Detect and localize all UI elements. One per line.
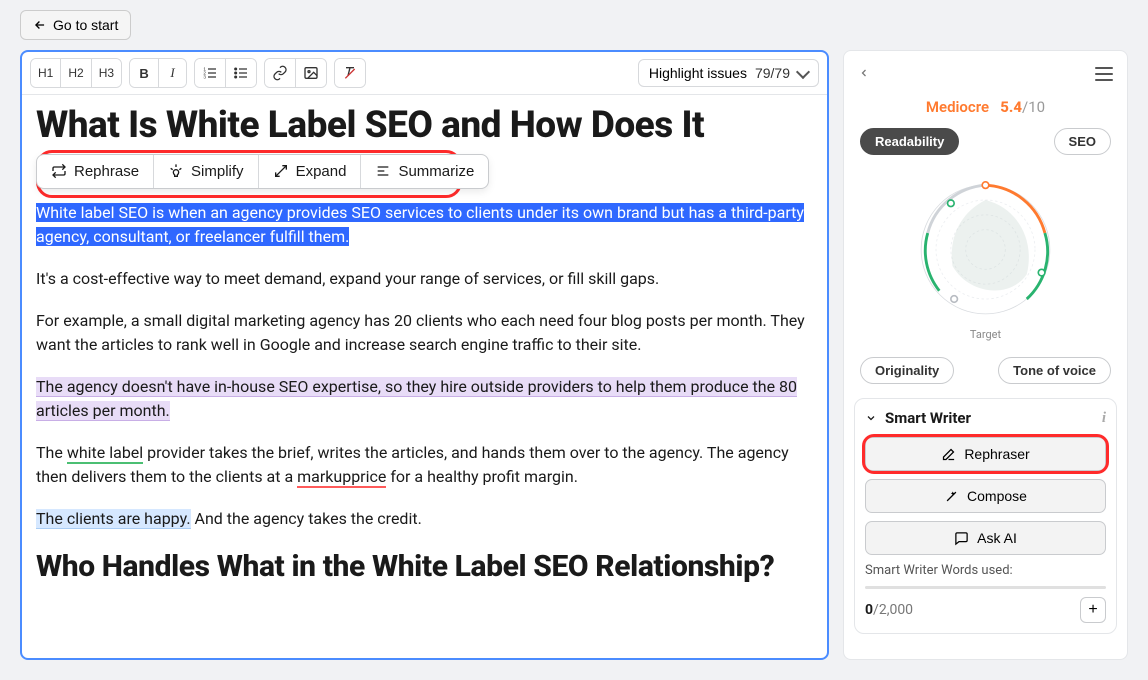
score-label: Mediocre bbox=[926, 98, 989, 116]
words-count: 0/2,000 bbox=[865, 602, 913, 618]
ordered-list-button[interactable]: 123 bbox=[195, 59, 225, 87]
seo-pill[interactable]: SEO bbox=[1054, 128, 1111, 155]
h1-label: H1 bbox=[38, 66, 53, 80]
editor-content[interactable]: What Is White Label SEO and How Does It … bbox=[22, 95, 827, 605]
target-label: Target bbox=[970, 328, 1001, 341]
ask-ai-label: Ask AI bbox=[977, 530, 1017, 546]
h2-label: H2 bbox=[68, 66, 83, 80]
chevron-down-icon[interactable] bbox=[865, 412, 877, 424]
paragraph: The white label provider takes the brief… bbox=[36, 441, 813, 489]
simplify-icon bbox=[168, 163, 184, 179]
editor-panel: H1 H2 H3 B I 123 bbox=[20, 50, 829, 660]
score-display: Mediocre 5.4/10 bbox=[854, 98, 1117, 116]
rephrase-label: Rephrase bbox=[74, 163, 139, 180]
simplify-button[interactable]: Simplify bbox=[153, 155, 258, 188]
link-icon bbox=[272, 65, 288, 81]
info-icon[interactable]: i bbox=[1102, 410, 1106, 427]
highlight-issues-dropdown[interactable]: Highlight issues 79/79 bbox=[638, 59, 819, 87]
rephraser-button[interactable]: Rephraser bbox=[865, 437, 1106, 471]
highlighted-text: The clients are happy. bbox=[36, 509, 191, 529]
heading1-button[interactable]: H1 bbox=[31, 59, 60, 87]
magic-icon bbox=[944, 489, 959, 504]
side-panel: Mediocre 5.4/10 Readability SEO bbox=[843, 50, 1128, 660]
highlighted-text: The agency doesn't have in-house SEO exp… bbox=[36, 377, 797, 421]
paragraph: It's a cost-effective way to meet demand… bbox=[36, 267, 813, 291]
score-value: 5.4 bbox=[1000, 98, 1022, 116]
error-text: markupprice bbox=[297, 467, 386, 488]
expand-label: Expand bbox=[296, 163, 347, 180]
rephrase-button[interactable]: Rephrase bbox=[37, 155, 153, 188]
italic-icon: I bbox=[170, 65, 174, 81]
edit-icon bbox=[941, 447, 956, 462]
bold-icon: B bbox=[139, 66, 148, 81]
unordered-list-button[interactable] bbox=[225, 59, 256, 87]
expand-icon bbox=[273, 163, 289, 179]
editor-toolbar: H1 H2 H3 B I 123 bbox=[22, 52, 827, 95]
chat-icon bbox=[954, 531, 969, 546]
score-max: /10 bbox=[1022, 98, 1045, 116]
paragraph: The clients are happy. And the agency ta… bbox=[36, 507, 813, 531]
svg-text:3: 3 bbox=[203, 74, 206, 79]
bold-button[interactable]: B bbox=[130, 59, 158, 87]
doc-body: White label SEO is when an agency provid… bbox=[36, 201, 813, 585]
expand-button[interactable]: Expand bbox=[258, 155, 361, 188]
arrow-left-icon bbox=[33, 18, 47, 32]
words-progress-bar bbox=[865, 586, 1106, 589]
selected-text: White label SEO is when an agency provid… bbox=[36, 203, 804, 246]
collapse-panel-button[interactable] bbox=[854, 61, 874, 86]
summarize-icon bbox=[375, 163, 391, 179]
highlight-issues-count: 79/79 bbox=[755, 65, 790, 81]
image-icon bbox=[303, 65, 319, 81]
hamburger-icon bbox=[1095, 67, 1113, 81]
radar-chart: Target bbox=[854, 167, 1117, 341]
smart-writer-card: Smart Writer i Rephraser Compose Ask AI … bbox=[854, 398, 1117, 634]
originality-pill[interactable]: Originality bbox=[860, 357, 954, 384]
highlight-issues-label: Highlight issues bbox=[649, 65, 747, 81]
link-button[interactable] bbox=[265, 59, 295, 87]
image-button[interactable] bbox=[295, 59, 326, 87]
heading3-button[interactable]: H3 bbox=[91, 59, 121, 87]
ask-ai-button[interactable]: Ask AI bbox=[865, 521, 1106, 555]
paragraph: The agency doesn't have in-house SEO exp… bbox=[36, 375, 813, 423]
simplify-label: Simplify bbox=[191, 163, 244, 180]
h3-label: H3 bbox=[99, 66, 114, 80]
selection-toolbar: Rephrase Simplify Expand Summarize bbox=[36, 154, 489, 189]
chevron-down-icon bbox=[796, 64, 810, 78]
heading2-button[interactable]: H2 bbox=[60, 59, 90, 87]
italic-button[interactable]: I bbox=[158, 59, 186, 87]
compose-button[interactable]: Compose bbox=[865, 479, 1106, 513]
chevron-left-icon bbox=[858, 67, 870, 79]
words-used-label: Smart Writer Words used: bbox=[865, 563, 1106, 578]
go-to-start-button[interactable]: Go to start bbox=[20, 10, 131, 40]
smart-writer-title: Smart Writer bbox=[885, 409, 971, 427]
paragraph: For example, a small digital marketing a… bbox=[36, 309, 813, 357]
menu-button[interactable] bbox=[1091, 65, 1117, 83]
clear-format-button[interactable] bbox=[335, 59, 365, 87]
tone-pill[interactable]: Tone of voice bbox=[998, 357, 1111, 384]
rephrase-icon bbox=[51, 163, 67, 179]
readability-pill[interactable]: Readability bbox=[860, 128, 959, 155]
add-words-button[interactable]: + bbox=[1080, 597, 1106, 623]
suggestion-text: white label bbox=[67, 443, 143, 464]
doc-heading2: Who Handles What in the White Label SEO … bbox=[36, 549, 813, 585]
unordered-list-icon bbox=[233, 65, 249, 81]
go-to-start-label: Go to start bbox=[53, 17, 118, 33]
summarize-button[interactable]: Summarize bbox=[360, 155, 488, 188]
compose-label: Compose bbox=[967, 488, 1027, 504]
rephraser-label: Rephraser bbox=[964, 446, 1029, 462]
ordered-list-icon: 123 bbox=[202, 65, 218, 81]
radar-svg bbox=[903, 167, 1068, 332]
summarize-label: Summarize bbox=[398, 163, 474, 180]
doc-title: What Is White Label SEO and How Does It bbox=[36, 105, 813, 148]
paragraph: White label SEO is when an agency provid… bbox=[36, 201, 813, 249]
clear-format-icon bbox=[342, 65, 358, 81]
